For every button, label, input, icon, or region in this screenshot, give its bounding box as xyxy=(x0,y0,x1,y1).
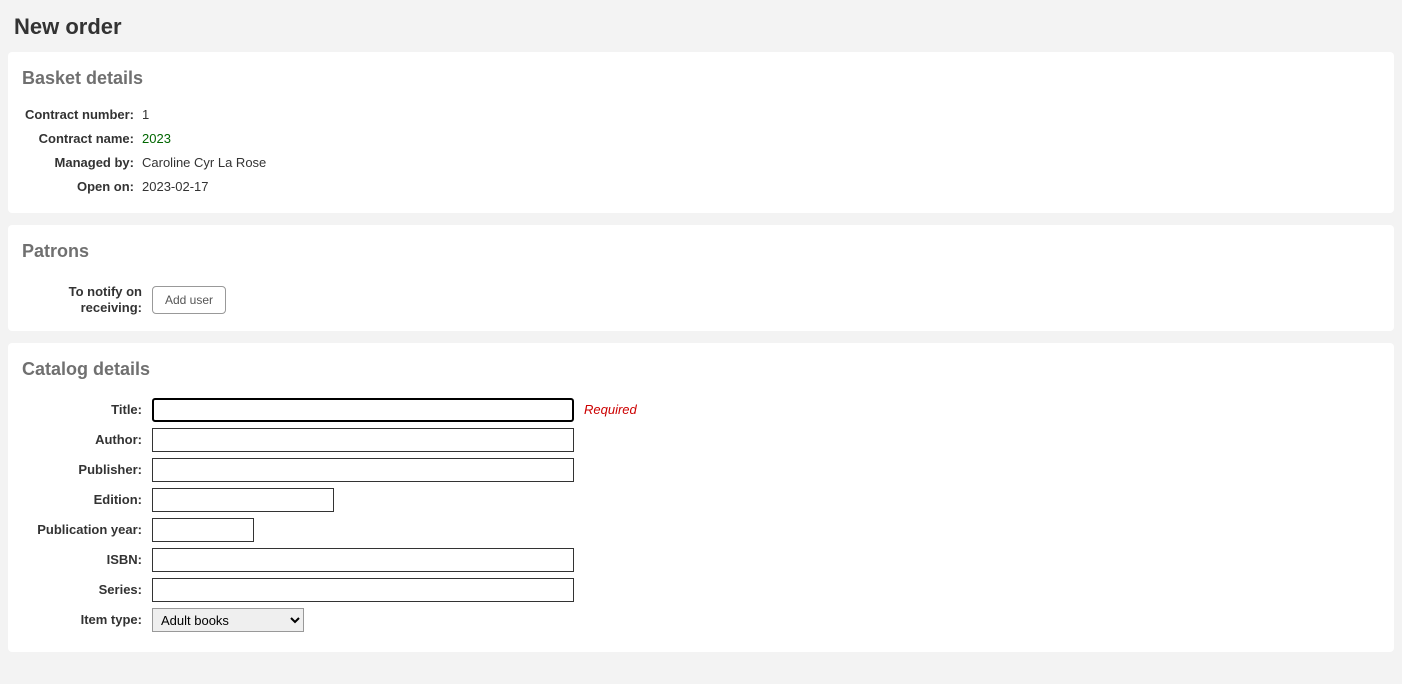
catalog-details-legend: Catalog details xyxy=(22,353,1380,386)
contract-name-label: Contract name: xyxy=(22,131,142,146)
required-text: Required xyxy=(584,402,637,417)
series-input[interactable] xyxy=(152,578,574,602)
title-label: Title: xyxy=(22,402,152,417)
isbn-label: ISBN: xyxy=(22,552,152,567)
open-on-label: Open on: xyxy=(22,179,142,194)
edition-label: Edition: xyxy=(22,492,152,507)
title-input[interactable] xyxy=(152,398,574,422)
open-on-row: Open on: 2023-02-17 xyxy=(22,175,1380,197)
managed-by-value: Caroline Cyr La Rose xyxy=(142,155,266,170)
series-row: Series: xyxy=(22,578,1380,602)
author-label: Author: xyxy=(22,432,152,447)
isbn-input[interactable] xyxy=(152,548,574,572)
item-type-row: Item type: Adult books xyxy=(22,608,1380,632)
add-user-button[interactable]: Add user xyxy=(152,286,226,314)
publisher-input[interactable] xyxy=(152,458,574,482)
patrons-legend: Patrons xyxy=(22,235,1380,268)
publication-year-input[interactable] xyxy=(152,518,254,542)
notify-on-receiving-row: To notify on receiving: Add user xyxy=(22,284,1380,317)
contract-number-value: 1 xyxy=(142,107,149,122)
isbn-row: ISBN: xyxy=(22,548,1380,572)
contract-name-link[interactable]: 2023 xyxy=(142,131,171,146)
author-input[interactable] xyxy=(152,428,574,452)
edition-row: Edition: xyxy=(22,488,1380,512)
author-row: Author: xyxy=(22,428,1380,452)
item-type-label: Item type: xyxy=(22,612,152,627)
series-label: Series: xyxy=(22,582,152,597)
edition-input[interactable] xyxy=(152,488,334,512)
patrons-panel: Patrons To notify on receiving: Add user xyxy=(8,225,1394,331)
catalog-details-panel: Catalog details Title: Required Author: … xyxy=(8,343,1394,652)
publication-year-row: Publication year: xyxy=(22,518,1380,542)
title-row: Title: Required xyxy=(22,398,1380,422)
contract-number-row: Contract number: 1 xyxy=(22,103,1380,125)
publication-year-label: Publication year: xyxy=(22,522,152,537)
publisher-row: Publisher: xyxy=(22,458,1380,482)
managed-by-label: Managed by: xyxy=(22,155,142,170)
contract-name-row: Contract name: 2023 xyxy=(22,127,1380,149)
managed-by-row: Managed by: Caroline Cyr La Rose xyxy=(22,151,1380,173)
item-type-select[interactable]: Adult books xyxy=(152,608,304,632)
page-title: New order xyxy=(14,14,1394,40)
contract-number-label: Contract number: xyxy=(22,107,142,122)
basket-details-panel: Basket details Contract number: 1 Contra… xyxy=(8,52,1394,213)
open-on-value: 2023-02-17 xyxy=(142,179,209,194)
basket-details-legend: Basket details xyxy=(22,62,1380,95)
notify-on-receiving-label: To notify on receiving: xyxy=(22,284,152,317)
publisher-label: Publisher: xyxy=(22,462,152,477)
